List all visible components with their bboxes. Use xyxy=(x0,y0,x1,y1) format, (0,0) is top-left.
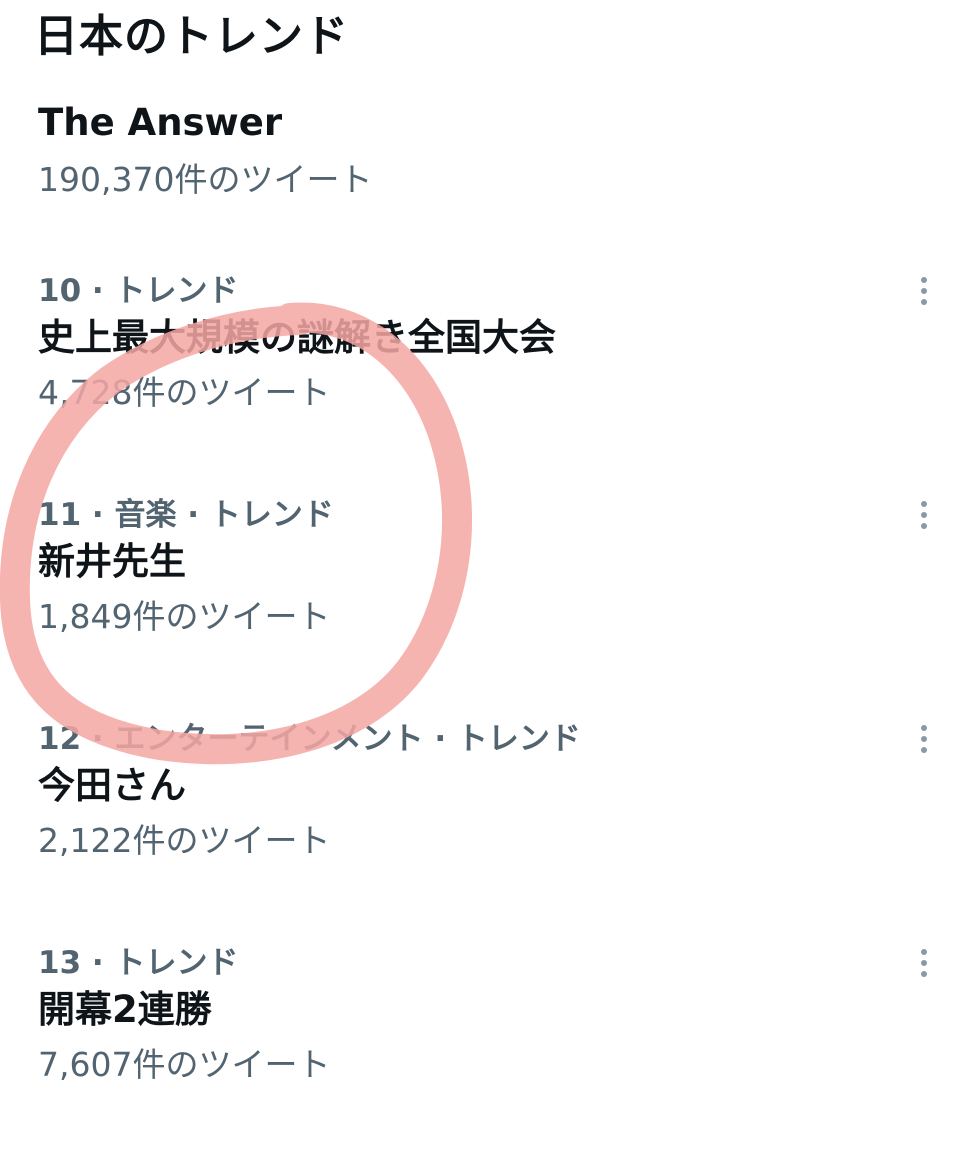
trend-tweet-count: 1,849件のツイート xyxy=(38,597,331,636)
trend-meta: 10 · トレンド xyxy=(38,273,239,309)
trend-item-11[interactable]: 11 · 音楽 · トレンド 新井先生 1,849件のツイート xyxy=(0,495,971,705)
trend-meta: 11 · 音楽 · トレンド xyxy=(38,497,334,533)
trend-name: 今田さん xyxy=(38,764,186,807)
trend-tweet-count: 2,122件のツイート xyxy=(38,821,331,860)
trend-name: 史上最大規模の謎解き全国大会 xyxy=(38,316,556,359)
trend-item-13[interactable]: 13 · トレンド 開幕2連勝 7,607件のツイート xyxy=(0,943,971,1153)
trend-name: The Answer xyxy=(38,101,283,144)
trend-name: 新井先生 xyxy=(38,540,186,583)
trend-meta: 12 · エンターテインメント · トレンド xyxy=(38,721,581,757)
trend-tweet-count: 190,370件のツイート xyxy=(38,160,373,199)
trend-item-the-answer[interactable]: The Answer 190,370件のツイート xyxy=(0,58,971,268)
trend-item-12[interactable]: 12 · エンターテインメント · トレンド 今田さん 2,122件のツイート xyxy=(0,719,971,929)
more-vertical-icon[interactable] xyxy=(906,271,942,311)
trend-item-10[interactable]: 10 · トレンド 史上最大規模の謎解き全国大会 4,728件のツイート xyxy=(0,271,971,481)
trend-tweet-count: 7,607件のツイート xyxy=(38,1045,331,1084)
trend-meta: 13 · トレンド xyxy=(38,945,239,981)
more-vertical-icon[interactable] xyxy=(906,495,942,535)
trend-name: 開幕2連勝 xyxy=(38,988,212,1031)
more-vertical-icon[interactable] xyxy=(906,943,942,983)
more-vertical-icon[interactable] xyxy=(906,719,942,759)
trend-tweet-count: 4,728件のツイート xyxy=(38,373,331,412)
